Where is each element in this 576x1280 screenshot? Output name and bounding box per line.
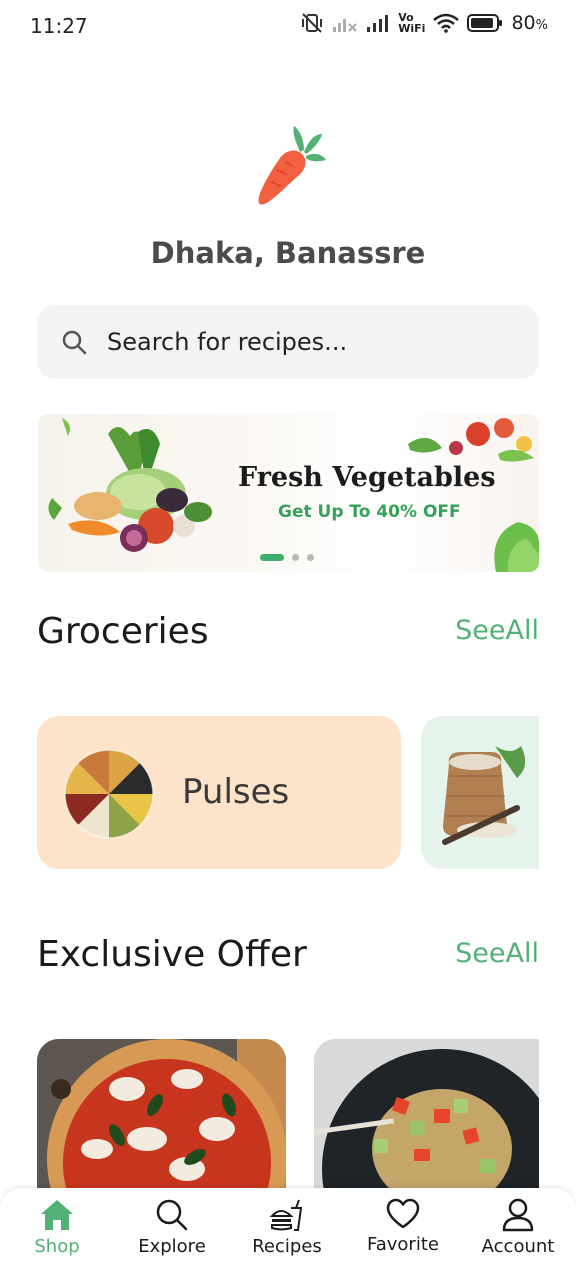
nav-label-account: Account — [481, 1236, 555, 1257]
battery-icon — [467, 14, 503, 32]
search-icon — [62, 330, 87, 355]
groceries-title: Groceries — [37, 611, 209, 652]
status-bar: 11:27 Vo WiFi 80% — [0, 0, 576, 54]
wifi-icon — [433, 13, 460, 33]
banner-subtitle: Get Up To 40% OFF — [278, 502, 461, 522]
nav-item-explore[interactable]: Explore — [122, 1198, 222, 1270]
nav-item-shop[interactable]: Shop — [7, 1198, 107, 1270]
carrot-logo-icon — [258, 126, 326, 205]
home-icon — [41, 1200, 73, 1230]
burger-drink-icon — [269, 1199, 303, 1231]
offer-card-salad[interactable] — [314, 1039, 539, 1199]
carousel-dot-2[interactable] — [292, 554, 299, 561]
bottom-navigation: Shop Explore Recipes Favorite Account — [0, 1188, 576, 1280]
nav-item-account[interactable]: Account — [468, 1198, 568, 1270]
nav-item-favorite[interactable]: Favorite — [353, 1198, 453, 1270]
grocery-card-label: Pulses — [182, 772, 290, 812]
heart-icon — [386, 1198, 420, 1229]
status-time: 11:27 — [30, 14, 88, 38]
grocery-card-pulses[interactable]: Pulses — [37, 716, 401, 869]
search-input[interactable] — [107, 323, 517, 361]
exclusive-offer-see-all-link[interactable]: SeeAll — [455, 938, 539, 969]
exclusive-offer-title: Exclusive Offer — [37, 934, 307, 975]
nav-label-explore: Explore — [138, 1236, 206, 1257]
rice-sack-image — [442, 746, 526, 845]
nav-item-recipes[interactable]: Recipes — [237, 1198, 337, 1270]
promo-banner[interactable]: Fresh Vegetables Get Up To 40% OFF — [38, 414, 539, 572]
vowifi-label-bottom: WiFi — [398, 22, 426, 35]
grocery-card-rice[interactable] — [421, 716, 539, 869]
pizza-image — [37, 1039, 286, 1199]
nav-label-favorite: Favorite — [367, 1234, 439, 1255]
battery-percentage: 80% — [511, 12, 548, 34]
nav-label-recipes: Recipes — [252, 1236, 322, 1257]
signal-off-icon — [333, 19, 357, 32]
signal-icon — [367, 15, 389, 32]
status-icons: Vo WiFi 80% — [300, 12, 548, 34]
nav-label-shop: Shop — [34, 1236, 80, 1257]
search-icon — [156, 1199, 188, 1231]
location-label[interactable]: Dhaka, Banassre — [0, 236, 576, 270]
banner-title: Fresh Vegetables — [238, 462, 496, 493]
carousel-dot-3[interactable] — [307, 554, 314, 561]
battery-unit: % — [535, 18, 548, 33]
groceries-see-all-link[interactable]: SeeAll — [455, 615, 539, 646]
search-bar[interactable] — [37, 305, 539, 379]
vibrate-off-icon — [302, 13, 323, 33]
pulses-image — [64, 749, 154, 839]
user-icon — [502, 1198, 534, 1232]
offer-card-pizza[interactable] — [37, 1039, 286, 1199]
carousel-indicator[interactable] — [260, 554, 314, 561]
vowifi-label: Vo WiFi — [398, 12, 425, 34]
carousel-dot-1[interactable] — [260, 554, 284, 561]
vegetables-illustration — [48, 418, 539, 572]
salad-bowl-image — [314, 1039, 539, 1199]
battery-value: 80 — [511, 12, 536, 34]
